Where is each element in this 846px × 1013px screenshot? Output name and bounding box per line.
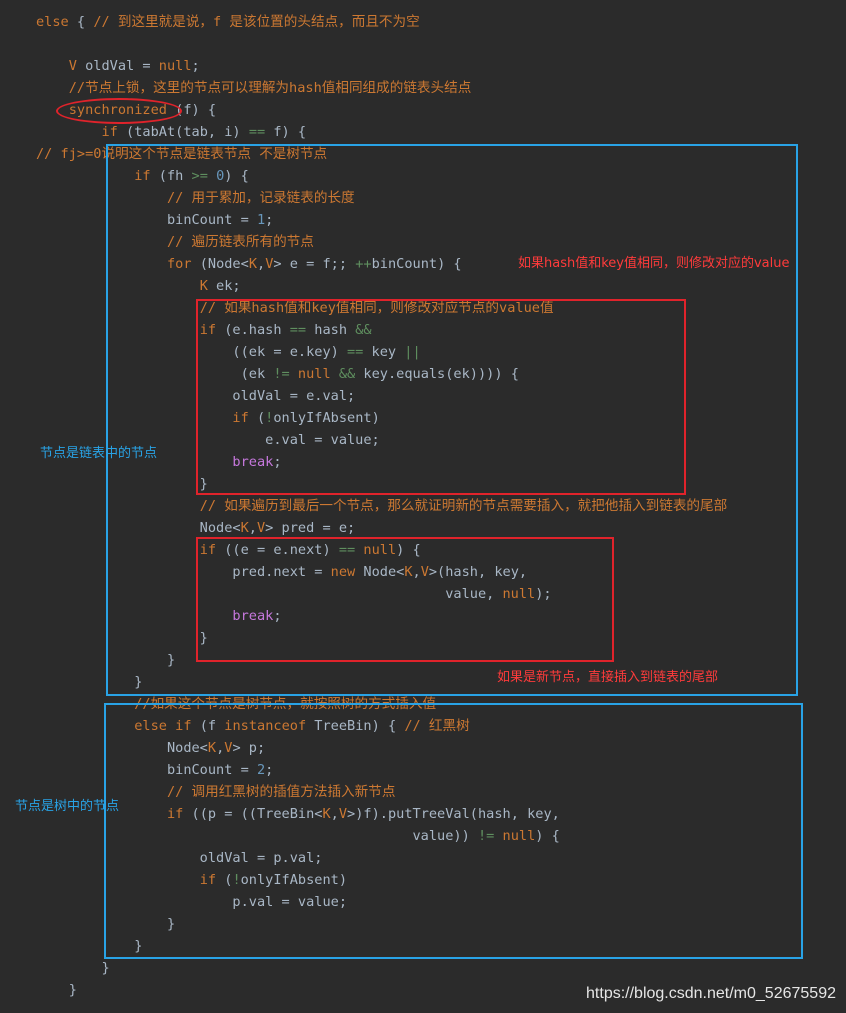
code-line: else { // 到这里就是说，f 是该位置的头结点，而且不为空: [36, 14, 420, 30]
tree-node-region-box: [104, 703, 803, 959]
new-node-region-box: [196, 537, 614, 662]
synchronized-ellipse: [56, 98, 182, 124]
code-line: if (tabAt(tab, i) == f) {: [101, 124, 307, 140]
same-key-annotation: 如果hash值和key值相同，则修改对应的value: [518, 256, 790, 271]
code-line: V oldVal = null;: [68, 58, 200, 74]
new-node-annotation: 如果是新节点，直接插入到链表的尾部: [497, 670, 719, 685]
tree-node-annotation: 节点是树中的节点: [15, 799, 120, 814]
same-key-region-box: [196, 299, 686, 495]
code-line: }: [36, 982, 77, 998]
code-line: }: [36, 960, 110, 976]
watermark: https://blog.csdn.net/m0_52675592: [586, 985, 836, 1002]
list-node-annotation: 节点是链表中的节点: [40, 446, 158, 461]
code-line: //节点上锁，这里的节点可以理解为hash值相同组成的链表头结点: [68, 80, 472, 96]
